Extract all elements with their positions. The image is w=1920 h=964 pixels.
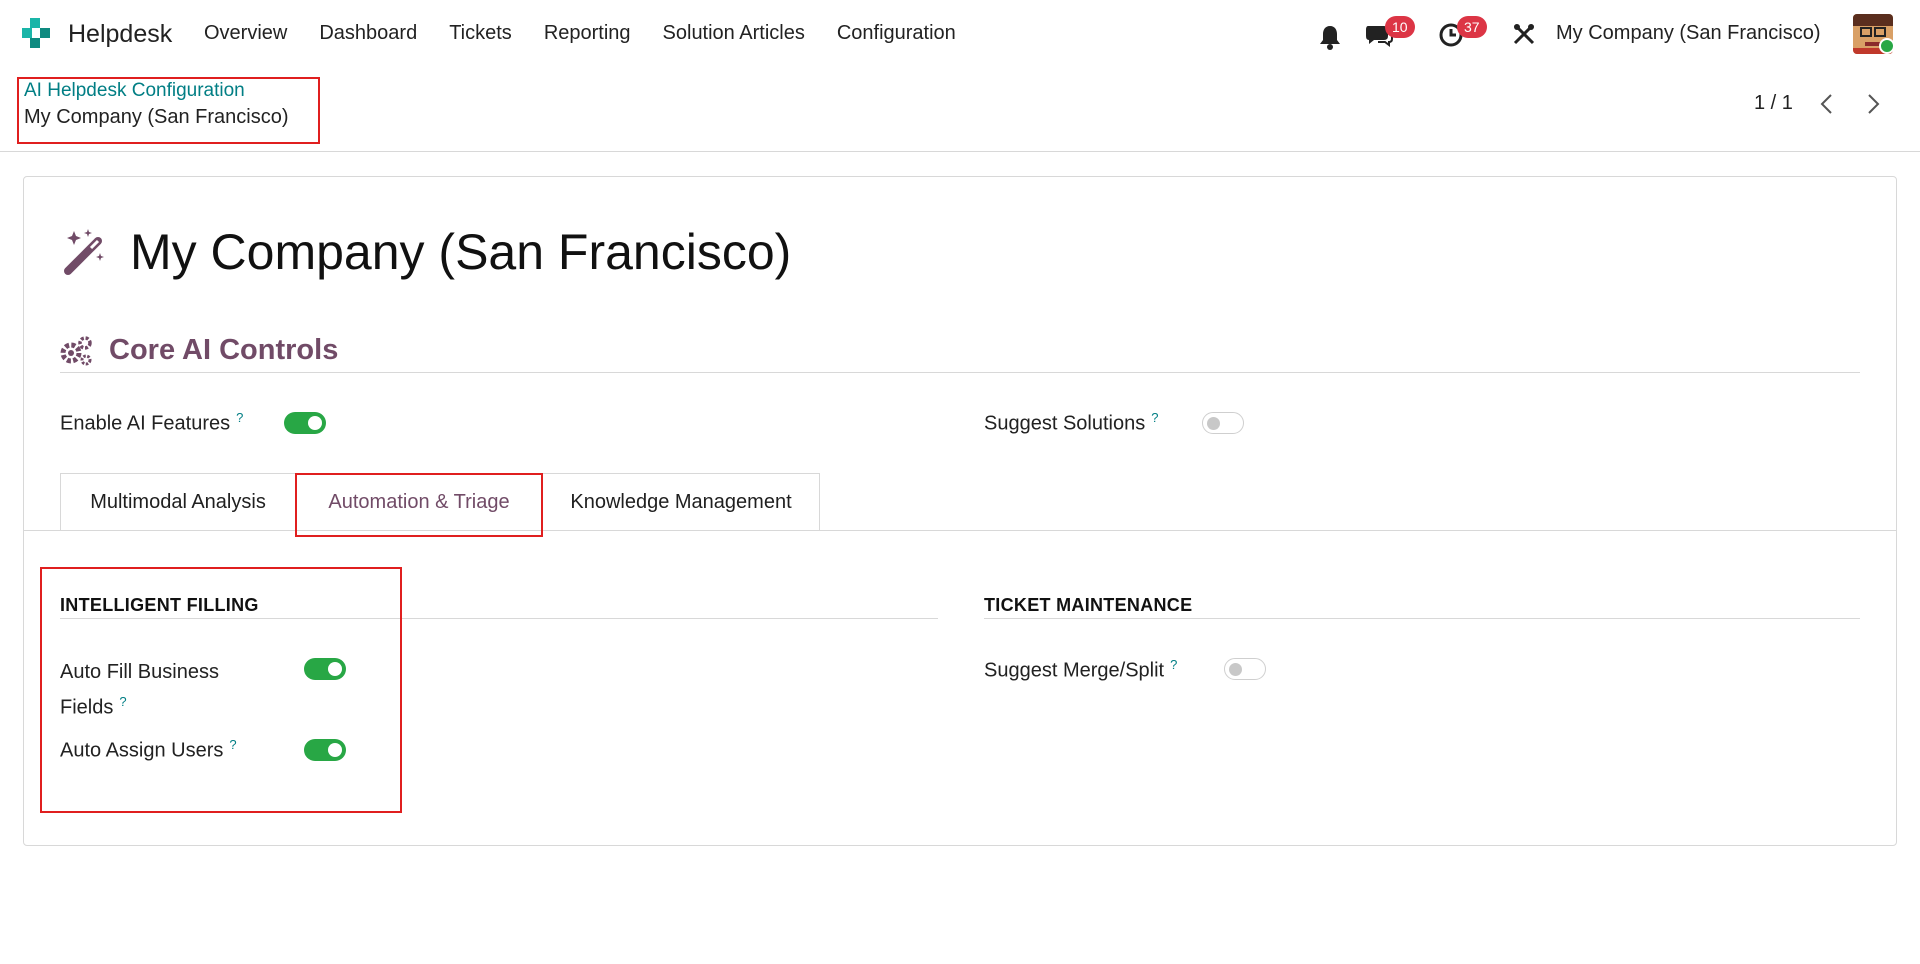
chevron-right-icon — [1868, 94, 1880, 114]
breadcrumb-highlight-box — [17, 77, 320, 144]
record-title[interactable]: My Company (San Francisco) — [130, 223, 791, 281]
menu-dashboard[interactable]: Dashboard — [319, 22, 417, 45]
form-sheet: My Company (San Francisco) Core AI Contr… — [23, 176, 1897, 846]
company-switcher[interactable]: My Company (San Francisco) — [1556, 22, 1821, 45]
enable-ai-features-text: Enable AI Features — [60, 412, 231, 435]
menu-overview[interactable]: Overview — [204, 22, 287, 45]
suggest-merge-split-toggle[interactable] — [1224, 658, 1266, 680]
suggest-solutions-text: Suggest Solutions — [984, 412, 1146, 435]
helpdesk-logo-icon[interactable] — [20, 16, 56, 52]
activities-badge: 37 — [1457, 16, 1487, 38]
section-title-core-ai: Core AI Controls — [109, 334, 339, 366]
tab-label: Multimodal Analysis — [90, 491, 266, 513]
app-name[interactable]: Helpdesk — [68, 20, 172, 49]
pager-previous-button[interactable] — [1812, 90, 1840, 118]
tab-multimodal-analysis[interactable]: Multimodal Analysis — [60, 473, 296, 531]
magic-wand-icon — [64, 229, 104, 275]
group-divider — [984, 618, 1860, 619]
tab-knowledge-management[interactable]: Knowledge Management — [542, 473, 820, 531]
enable-ai-features-toggle[interactable] — [284, 412, 326, 434]
group-highlight-box — [40, 567, 402, 813]
pager-next-button[interactable] — [1860, 90, 1888, 118]
control-panel: AI Helpdesk Configuration My Company (Sa… — [0, 68, 1920, 152]
suggest-merge-split-label: Suggest Merge/Split? — [984, 657, 1177, 683]
menu-configuration[interactable]: Configuration — [837, 22, 956, 45]
messages-badge: 10 — [1385, 16, 1415, 38]
section-divider — [60, 372, 1860, 373]
group-title-ticket-maintenance: TICKET MAINTENANCE — [984, 595, 1193, 615]
top-navbar: Helpdesk Overview Dashboard Tickets Repo… — [0, 0, 1920, 68]
bell-icon[interactable] — [1318, 24, 1342, 50]
suggest-merge-split-text: Suggest Merge/Split — [984, 659, 1165, 682]
online-status-dot — [1879, 38, 1895, 54]
help-tooltip-icon[interactable]: ? — [236, 410, 243, 425]
gears-icon — [60, 336, 92, 366]
menu-tickets[interactable]: Tickets — [449, 22, 512, 45]
main-menu: Overview Dashboard Tickets Reporting Sol… — [204, 22, 988, 45]
tab-highlight-box — [295, 473, 543, 537]
enable-ai-features-label: Enable AI Features? — [60, 410, 243, 436]
tab-label: Knowledge Management — [570, 491, 792, 513]
suggest-solutions-toggle[interactable] — [1202, 412, 1244, 434]
help-tooltip-icon[interactable]: ? — [1170, 657, 1177, 672]
menu-reporting[interactable]: Reporting — [544, 22, 631, 45]
debug-tools-icon[interactable] — [1512, 22, 1536, 46]
suggest-solutions-label: Suggest Solutions? — [984, 410, 1158, 436]
help-tooltip-icon[interactable]: ? — [1151, 410, 1158, 425]
pager-value[interactable]: 1 / 1 — [1754, 92, 1793, 115]
chevron-left-icon — [1820, 94, 1832, 114]
menu-solution-articles[interactable]: Solution Articles — [663, 22, 805, 45]
